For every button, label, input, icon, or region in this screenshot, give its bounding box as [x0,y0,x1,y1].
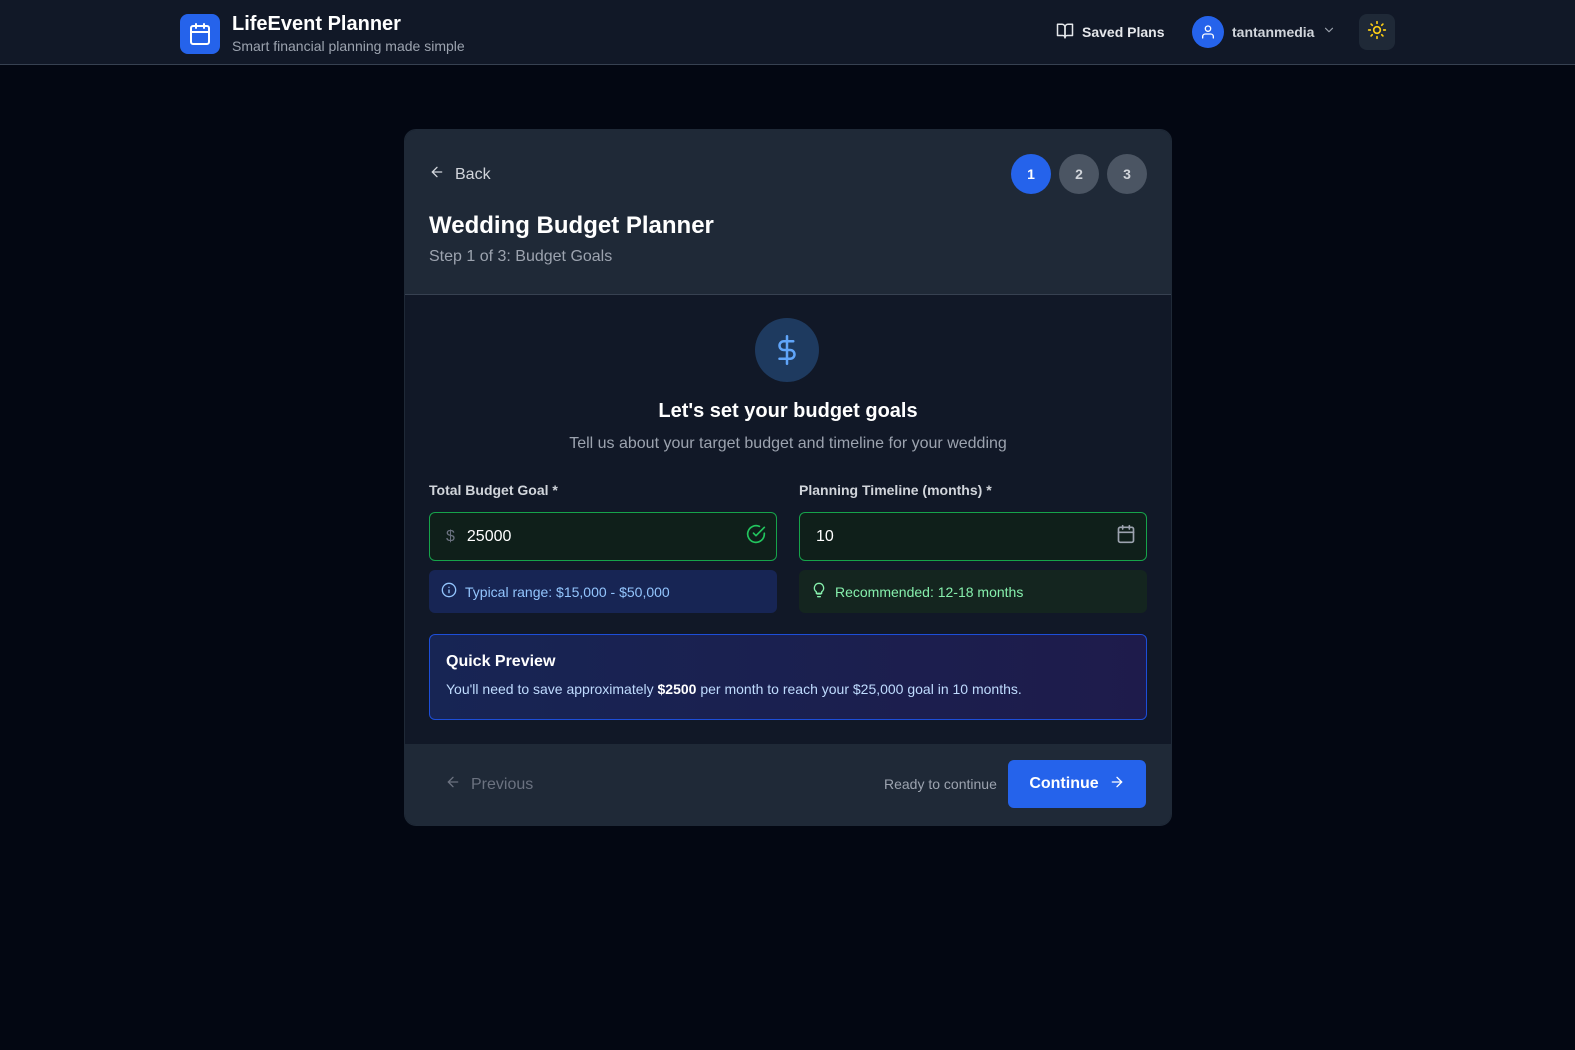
budget-label: Total Budget Goal * [429,482,558,498]
budget-input[interactable] [466,527,746,546]
continue-label: Continue [1029,775,1099,792]
ready-status: Ready to continue [884,776,997,792]
back-button[interactable]: Back [429,164,491,185]
avatar [1192,16,1224,48]
theme-toggle-button[interactable] [1359,14,1395,50]
preview-title: Quick Preview [446,653,556,670]
step-3: 3 [1107,154,1147,194]
continue-button[interactable]: Continue [1008,760,1146,808]
card-footer: Previous Ready to continue Continue [405,744,1171,825]
card-header: Back 1 2 3 Wedding Budget Planner Step 1… [405,130,1171,295]
previous-label: Previous [471,775,534,793]
saved-plans-label: Saved Plans [1082,24,1165,40]
previous-button[interactable]: Previous [445,774,533,795]
section-subtitle: Tell us about your target budget and tim… [569,435,1007,452]
currency-prefix: $ [446,527,455,545]
step-1: 1 [1011,154,1051,194]
timeline-hint-text: Recommended: 12-18 months [835,583,1024,600]
top-navbar: LifeEvent Planner Smart financial planni… [0,0,1575,65]
page-title: Wedding Budget Planner [429,212,714,239]
preview-text: You'll need to save approximately $2500 … [446,681,1130,697]
app-title: LifeEvent Planner [232,13,401,35]
timeline-hint: Recommended: 12-18 months [799,570,1147,613]
info-icon [441,582,457,601]
user-menu[interactable]: tantanmedia [1192,16,1336,48]
dollar-icon [755,318,819,382]
app-subtitle: Smart financial planning made simple [232,38,465,54]
arrow-left-icon [429,164,445,185]
chevron-down-icon [1322,23,1336,42]
quick-preview: Quick Preview You'll need to save approx… [429,634,1147,720]
timeline-label: Planning Timeline (months) * [799,482,992,498]
preview-text-after: per month to reach your $25,000 goal in … [696,681,1022,697]
step-description: Step 1 of 3: Budget Goals [429,248,613,265]
check-circle-icon [746,524,766,549]
budget-input-wrapper: $ [429,512,777,561]
timeline-input-wrapper [799,512,1147,561]
brand[interactable]: LifeEvent Planner Smart financial planni… [180,12,465,56]
budget-hint: Typical range: $15,000 - $50,000 [429,570,777,613]
user-icon [1202,25,1214,39]
sun-icon [1367,20,1387,45]
preview-text-before: You'll need to save approximately [446,681,658,697]
timeline-input[interactable] [816,527,1116,546]
arrow-left-icon [445,774,461,795]
saved-plans-button[interactable]: Saved Plans [1056,20,1165,44]
budget-hint-text: Typical range: $15,000 - $50,000 [465,583,670,600]
timeline-field: Planning Timeline (months) * Recommended… [799,482,1147,613]
arrow-right-icon [1109,774,1125,795]
calendar-icon[interactable] [1116,524,1136,549]
book-open-icon [1056,22,1074,43]
step-2: 2 [1059,154,1099,194]
section-title: Let's set your budget goals [658,400,918,422]
monthly-amount: $2500 [657,681,697,697]
budget-field: Total Budget Goal * $ Typical range: $15… [429,482,777,613]
calendar-icon [180,14,220,54]
step-indicator: 1 2 3 [1011,154,1147,194]
back-label: Back [455,165,491,183]
planner-card: Back 1 2 3 Wedding Budget Planner Step 1… [404,129,1172,826]
username: tantanmedia [1232,24,1315,40]
lightbulb-icon [811,582,827,601]
